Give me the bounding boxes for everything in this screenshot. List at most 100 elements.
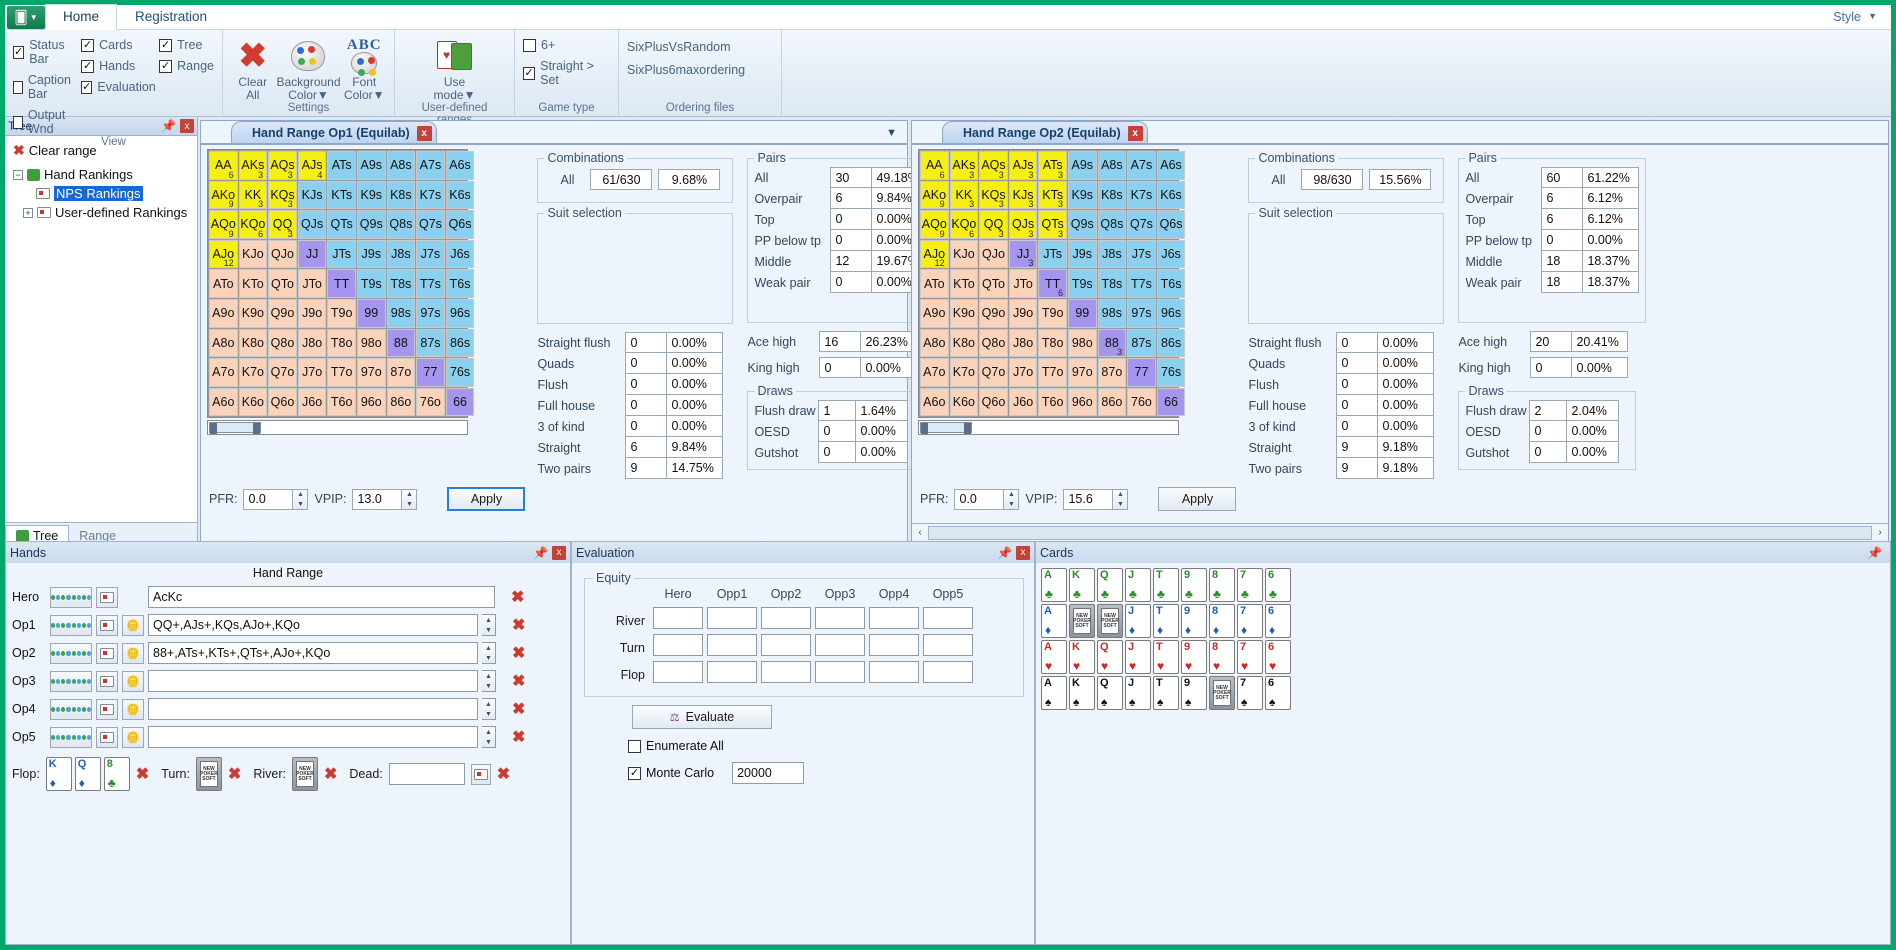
hand-cell-A8s[interactable]: A8s <box>1098 151 1127 180</box>
card-A♣[interactable]: A♣ <box>1041 568 1067 602</box>
card-A♠[interactable]: A♠ <box>1041 676 1067 710</box>
stat-percent[interactable]: 0.00% <box>1378 353 1434 374</box>
hand-cell-A6o[interactable]: A6o <box>920 388 949 417</box>
stat-count[interactable]: 0 <box>1336 395 1378 416</box>
equity-cell[interactable] <box>923 661 973 683</box>
hand-cell-Q6s[interactable]: Q6s <box>1157 210 1186 239</box>
hand-cell-T7s[interactable]: T7s <box>416 269 445 298</box>
hand-cell-K7o[interactable]: K7o <box>950 358 979 387</box>
chips-button[interactable]: 🪙 <box>122 671 144 692</box>
hand-cell-Q9s[interactable]: Q9s <box>357 210 386 239</box>
hand-cell-Q8s[interactable]: Q8s <box>1098 210 1127 239</box>
stat-count[interactable]: 0 <box>1336 353 1378 374</box>
clear-turn-icon[interactable]: ✖ <box>228 764 241 784</box>
range-spinner[interactable]: ▲▼ <box>482 614 496 636</box>
card-8♥[interactable]: 8♥ <box>1209 640 1235 674</box>
high-card-percent[interactable]: 26.23% <box>861 331 917 352</box>
hand-cell-J9s[interactable]: J9s <box>357 240 386 269</box>
pfr-input-op1[interactable]: 0.0 <box>243 489 293 510</box>
combinations-pct-op1[interactable]: 9.68% <box>658 169 720 190</box>
hand-grid-op1-hscrollbar[interactable] <box>207 420 468 435</box>
close-icon[interactable]: x <box>1128 126 1143 141</box>
equity-cell[interactable] <box>707 607 757 629</box>
apply-button-op1[interactable]: Apply <box>447 487 525 511</box>
hand-cell-KTs[interactable]: KTs <box>327 181 356 210</box>
tab-registration[interactable]: Registration <box>117 4 225 29</box>
equity-cell[interactable] <box>869 634 919 656</box>
hand-cell-J9s[interactable]: J9s <box>1068 240 1097 269</box>
hand-cell-ATs[interactable]: ATs <box>327 151 356 180</box>
hand-cell-QTs[interactable]: QTs <box>327 210 356 239</box>
background-color-button[interactable]: Background Color▼ <box>276 34 340 102</box>
stat-percent[interactable]: 0.00% <box>1378 416 1434 437</box>
hand-cell-KK[interactable]: KK3 <box>950 181 979 210</box>
checkbox-cards[interactable]: ✓ Cards <box>81 38 153 52</box>
tab-home[interactable]: Home <box>45 4 117 30</box>
pfr-input-op2[interactable]: 0.0 <box>954 489 1004 510</box>
hand-cell-AQs[interactable]: AQs3 <box>268 151 297 180</box>
hand-cell-T9s[interactable]: T9s <box>1068 269 1097 298</box>
card-back[interactable]: NEW POKER SOFT <box>292 757 318 791</box>
hand-cell-76s[interactable]: 76s <box>1157 358 1186 387</box>
tree-node-nps-rankings[interactable]: NPS Rankings <box>9 184 197 203</box>
card-Q♣[interactable]: Q♣ <box>1097 568 1123 602</box>
hand-cell-JTs[interactable]: JTs <box>1038 240 1067 269</box>
hand-cell-T9o[interactable]: T9o <box>327 299 356 328</box>
high-card-count[interactable]: 20 <box>1530 331 1572 352</box>
range-spinner[interactable]: ▲▼ <box>482 670 496 692</box>
stat-count[interactable]: 0 <box>830 209 872 230</box>
card-J♣[interactable]: J♣ <box>1125 568 1151 602</box>
chips-button[interactable]: 🪙 <box>122 699 144 720</box>
stat-count[interactable]: 0 <box>625 395 667 416</box>
hand-cell-K9o[interactable]: K9o <box>239 299 268 328</box>
hand-cell-KQo[interactable]: KQo6 <box>950 210 979 239</box>
hand-cell-66[interactable]: 66 <box>446 388 475 417</box>
stat-percent[interactable]: 0.00% <box>1567 421 1619 442</box>
hand-range-input-op3[interactable] <box>148 670 478 692</box>
chevron-down-icon[interactable]: ▼ <box>1868 11 1877 21</box>
hand-cell-88[interactable]: 883 <box>1098 329 1127 358</box>
hand-cell-97o[interactable]: 97o <box>1068 358 1097 387</box>
stat-percent[interactable]: 0.00% <box>667 353 723 374</box>
stat-percent[interactable]: 0.00% <box>667 332 723 353</box>
stat-count[interactable]: 0 <box>625 353 667 374</box>
stat-percent[interactable]: 0.00% <box>856 442 908 463</box>
dead-cards-input[interactable] <box>389 763 465 785</box>
stat-percent[interactable]: 0.00% <box>667 374 723 395</box>
hand-cell-QQ[interactable]: QQ3 <box>979 210 1008 239</box>
stat-percent[interactable]: 9.18% <box>1378 437 1434 458</box>
stat-count[interactable]: 2 <box>1529 400 1567 421</box>
vpip-spinner-op2[interactable]: ▲▼ <box>1113 489 1128 510</box>
hand-cell-T6s[interactable]: T6s <box>1157 269 1186 298</box>
hand-range-input-op5[interactable] <box>148 726 478 748</box>
hand-cell-T8s[interactable]: T8s <box>1098 269 1127 298</box>
card-Q♥[interactable]: Q♥ <box>1097 640 1123 674</box>
hand-cell-J7o[interactable]: J7o <box>298 358 327 387</box>
stat-percent[interactable]: 0.00% <box>1567 442 1619 463</box>
hand-cell-T6o[interactable]: T6o <box>1038 388 1067 417</box>
hand-cell-JJ[interactable]: JJ3 <box>1009 240 1038 269</box>
card-9♣[interactable]: 9♣ <box>1181 568 1207 602</box>
checkbox-output-wnd[interactable]: Output Wnd <box>13 108 75 136</box>
stat-count[interactable]: 0 <box>1541 230 1583 251</box>
hand-cell-T6o[interactable]: T6o <box>327 388 356 417</box>
hand-cell-Q8s[interactable]: Q8s <box>387 210 416 239</box>
hand-cell-K9s[interactable]: K9s <box>357 181 386 210</box>
hand-cell-QTs[interactable]: QTs3 <box>1038 210 1067 239</box>
range-window-op1-tab[interactable]: Hand Range Op1 (Equilab) x <box>231 121 437 144</box>
chevron-down-icon[interactable]: ▼ <box>886 127 897 139</box>
card-7♦[interactable]: 7♦ <box>1237 604 1263 638</box>
hand-cell-Q7o[interactable]: Q7o <box>979 358 1008 387</box>
equity-cell[interactable] <box>923 634 973 656</box>
hand-cell-88[interactable]: 88 <box>387 329 416 358</box>
style-button[interactable]: Style <box>1833 10 1861 24</box>
card-8♣[interactable]: 8♣ <box>1209 568 1235 602</box>
hand-cell-Q6s[interactable]: Q6s <box>446 210 475 239</box>
equity-cell[interactable] <box>653 634 703 656</box>
checkbox-range[interactable]: ✓ Range <box>159 59 214 73</box>
hand-cell-J6o[interactable]: J6o <box>298 388 327 417</box>
stat-count[interactable]: 0 <box>1529 421 1567 442</box>
hand-cell-A8o[interactable]: A8o <box>920 329 949 358</box>
stat-percent[interactable]: 14.75% <box>667 458 723 479</box>
hand-cell-AA[interactable]: AA6 <box>920 151 949 180</box>
